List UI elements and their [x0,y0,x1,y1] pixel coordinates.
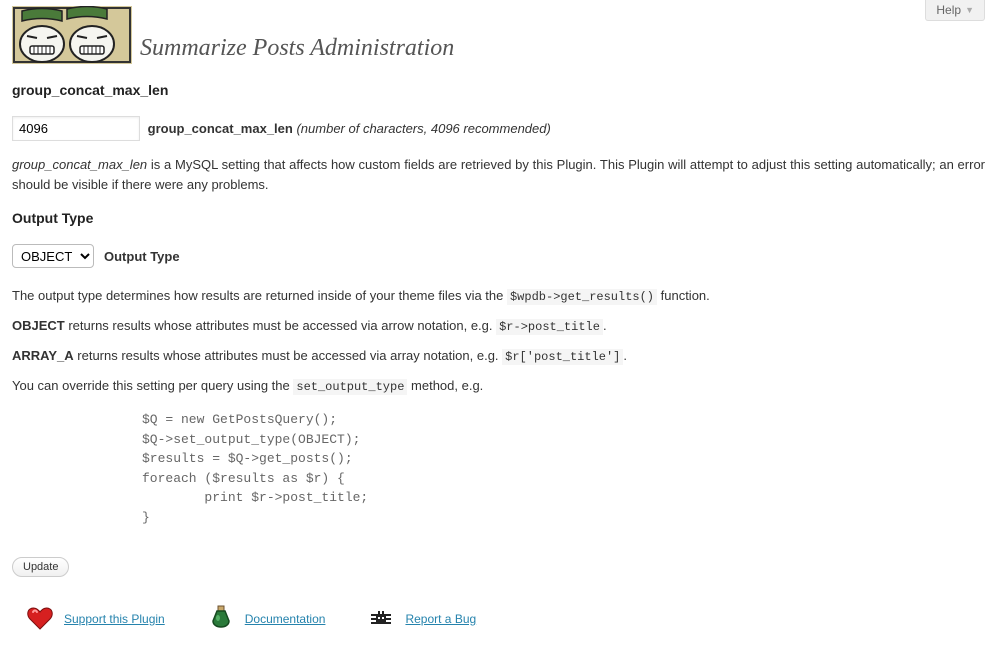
section-title-outputtype: Output Type [12,210,985,226]
outputtype-p1: The output type determines how results a… [12,286,985,306]
groupconcat-desc-text: is a MySQL setting that affects how cust… [12,157,985,192]
footer-links: Support this Plugin Documentation Report… [12,605,985,633]
groupconcat-description: group_concat_max_len is a MySQL setting … [12,155,985,194]
page-header: Summarize Posts Administration [12,6,985,64]
section-title-groupconcat: group_concat_max_len [12,82,985,98]
code-setoutput: set_output_type [293,379,407,395]
outputtype-p2: OBJECT returns results whose attributes … [12,316,985,336]
heart-icon [26,605,54,633]
outputtype-p3: ARRAY_A returns results whose attributes… [12,346,985,366]
page-title: Summarize Posts Administration [140,35,454,64]
groupconcat-hint: (number of characters, 4096 recommended) [296,121,550,136]
groupconcat-label: group_concat_max_len [148,121,293,136]
update-button[interactable]: Update [12,557,69,577]
outputtype-select[interactable]: OBJECT [12,244,94,268]
outputtype-label: Output Type [104,249,180,264]
code-example-block: $Q = new GetPostsQuery(); $Q->set_output… [142,410,985,527]
bug-link[interactable]: Report a Bug [405,612,476,626]
groupconcat-desc-em: group_concat_max_len [12,157,147,172]
code-array: $r['post_title'] [502,349,623,365]
docs-link[interactable]: Documentation [245,612,326,626]
bug-icon [367,605,395,633]
code-wpdb: $wpdb->get_results() [507,289,657,305]
groupconcat-input[interactable] [12,116,140,141]
plugin-logo-icon [12,6,132,64]
outputtype-field-row: OBJECT Output Type [12,244,985,268]
footer-link-docs: Documentation [207,605,326,633]
outputtype-p4: You can override this setting per query … [12,376,985,396]
groupconcat-field-row: group_concat_max_len (number of characte… [12,116,985,141]
potion-icon [207,605,235,633]
footer-link-support: Support this Plugin [26,605,165,633]
code-arrow: $r->post_title [496,319,603,335]
help-label: Help [936,3,961,17]
footer-link-bug: Report a Bug [367,605,476,633]
help-tab[interactable]: Help ▼ [925,0,985,21]
support-link[interactable]: Support this Plugin [64,612,165,626]
chevron-down-icon: ▼ [965,5,974,15]
